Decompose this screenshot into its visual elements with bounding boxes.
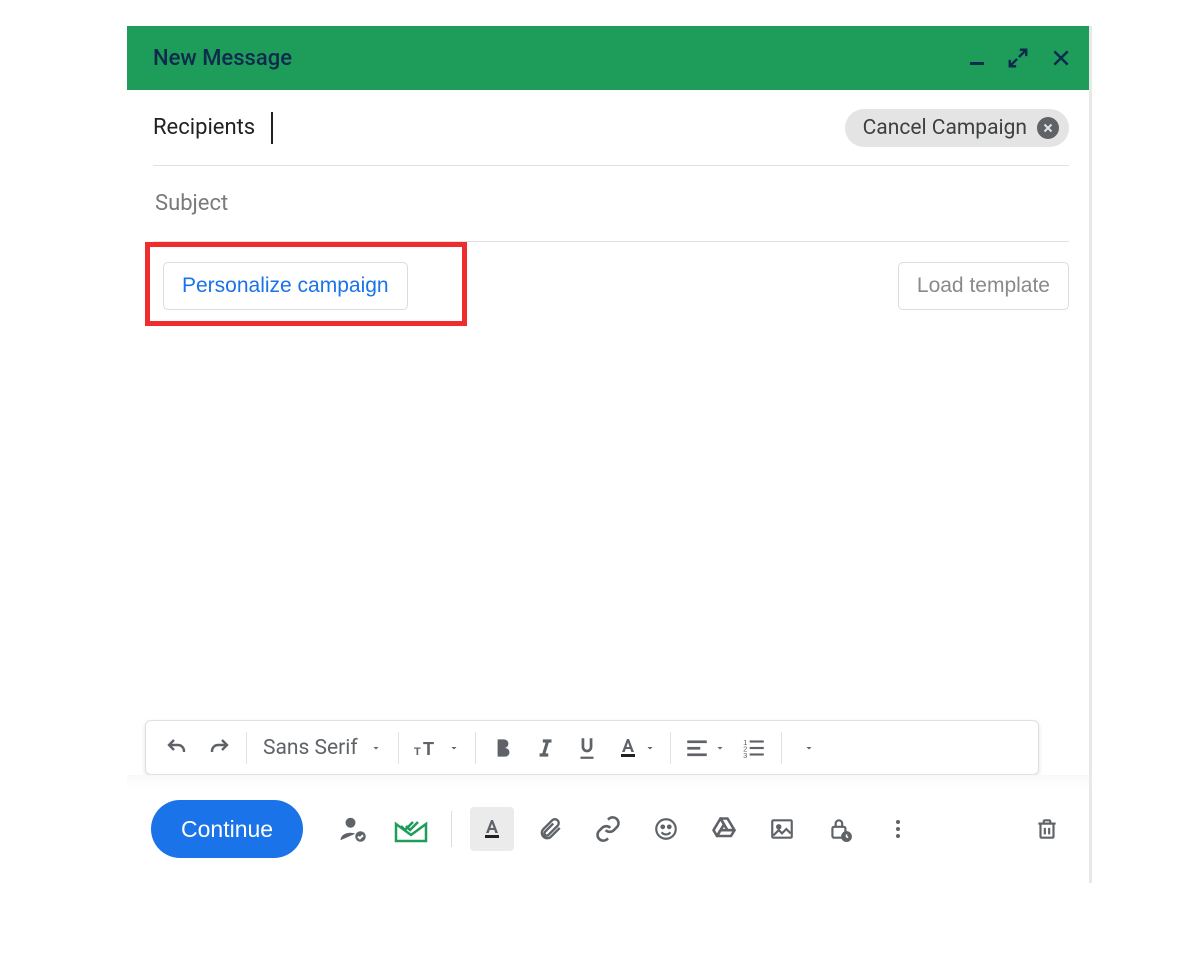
svg-text:T: T: [423, 739, 434, 759]
undo-icon[interactable]: [156, 727, 198, 769]
align-button[interactable]: [677, 727, 733, 769]
bold-button[interactable]: [482, 727, 524, 769]
expand-icon[interactable]: [1007, 47, 1029, 69]
minimize-icon[interactable]: [969, 50, 985, 66]
format-toolbar: Sans Serif T T: [145, 720, 1039, 775]
continue-button[interactable]: Continue: [151, 800, 303, 858]
chevron-down-icon: [714, 742, 726, 754]
bottom-toolbar: Continue: [127, 775, 1089, 883]
delete-draft-icon[interactable]: [1025, 807, 1069, 851]
cancel-campaign-chip[interactable]: Cancel Campaign: [845, 109, 1069, 147]
attach-file-icon[interactable]: [528, 807, 572, 851]
subject-input[interactable]: [153, 190, 1069, 217]
font-family-select[interactable]: Sans Serif: [253, 736, 392, 760]
mail-track-icon[interactable]: [389, 807, 433, 851]
chevron-down-icon: [644, 742, 656, 754]
message-body-area[interactable]: [153, 330, 1069, 720]
more-options-icon[interactable]: [876, 807, 920, 851]
compose-window: New Message Recipients: [127, 26, 1092, 883]
add-recipient-icon[interactable]: [331, 807, 375, 851]
text-color-button[interactable]: [608, 727, 664, 769]
compose-content: Recipients Cancel Campaign Personalize c…: [127, 90, 1089, 720]
recipients-label: Recipients: [153, 115, 255, 140]
window-title: New Message: [153, 46, 969, 71]
svg-text:T: T: [414, 746, 421, 758]
insert-link-icon[interactable]: [586, 807, 630, 851]
body-actions-row: Personalize campaign Load template: [153, 242, 1069, 330]
confidential-mode-icon[interactable]: [818, 807, 862, 851]
more-formatting-button[interactable]: [788, 727, 830, 769]
font-family-label: Sans Serif: [263, 736, 358, 760]
underline-button[interactable]: [566, 727, 608, 769]
svg-text:3: 3: [743, 750, 747, 759]
chip-remove-icon[interactable]: [1037, 117, 1059, 139]
insert-drive-icon[interactable]: [702, 807, 746, 851]
personalize-campaign-button[interactable]: Personalize campaign: [163, 262, 408, 310]
recipients-row[interactable]: Recipients Cancel Campaign: [153, 90, 1069, 166]
text-cursor: [271, 112, 273, 144]
chevron-down-icon: [370, 742, 382, 754]
insert-emoji-icon[interactable]: [644, 807, 688, 851]
chevron-down-icon: [448, 742, 460, 754]
subject-row: [153, 166, 1069, 242]
titlebar: New Message: [127, 26, 1089, 90]
redo-icon[interactable]: [198, 727, 240, 769]
chip-label: Cancel Campaign: [863, 116, 1027, 140]
italic-button[interactable]: [524, 727, 566, 769]
close-icon[interactable]: [1051, 48, 1071, 68]
font-size-select[interactable]: T T: [405, 727, 469, 769]
titlebar-actions: [969, 47, 1071, 69]
formatting-toggle-icon[interactable]: [470, 807, 514, 851]
insert-image-icon[interactable]: [760, 807, 804, 851]
load-template-button[interactable]: Load template: [898, 262, 1069, 310]
list-button[interactable]: 1 2 3: [733, 727, 775, 769]
